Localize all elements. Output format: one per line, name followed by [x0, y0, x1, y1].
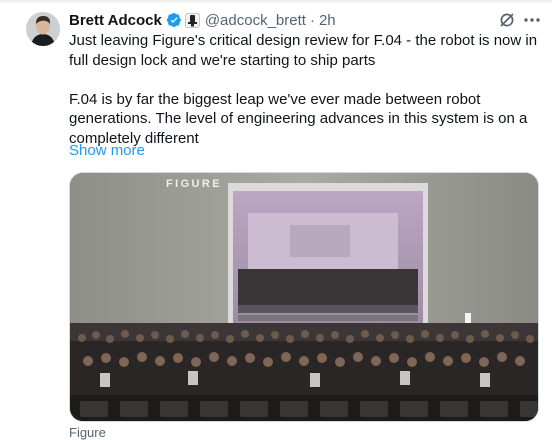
separator-dot: · — [309, 11, 315, 29]
show-more-link[interactable]: Show more — [69, 141, 145, 161]
tweet-card[interactable]: Brett Adcock @adcock_brett · 2h Just lea… — [0, 0, 552, 440]
author-name[interactable]: Brett Adcock — [69, 12, 162, 29]
media-source-label: Figure — [69, 425, 106, 440]
divider — [0, 0, 552, 4]
tweet-header: Brett Adcock @adcock_brett · 2h — [69, 10, 336, 30]
tweet-media-photo[interactable]: FIGURE — [69, 172, 539, 422]
figure-logo: FIGURE — [166, 178, 222, 190]
author-handle[interactable]: @adcock_brett — [205, 12, 306, 29]
more-icon[interactable] — [521, 10, 543, 30]
avatar[interactable] — [26, 12, 60, 46]
group-photo — [70, 173, 538, 421]
verified-badge-icon — [166, 12, 182, 28]
timestamp[interactable]: 2h — [319, 12, 336, 29]
tweet-paragraph: Just leaving Figure's critical design re… — [69, 32, 538, 69]
grok-icon[interactable] — [497, 10, 517, 30]
affiliate-badge-icon[interactable] — [184, 12, 200, 28]
avatar-image — [26, 12, 60, 46]
tweet-text: Just leaving Figure's critical design re… — [69, 31, 547, 148]
tweet-paragraph: F.04 is by far the biggest leap we've ev… — [69, 90, 528, 147]
